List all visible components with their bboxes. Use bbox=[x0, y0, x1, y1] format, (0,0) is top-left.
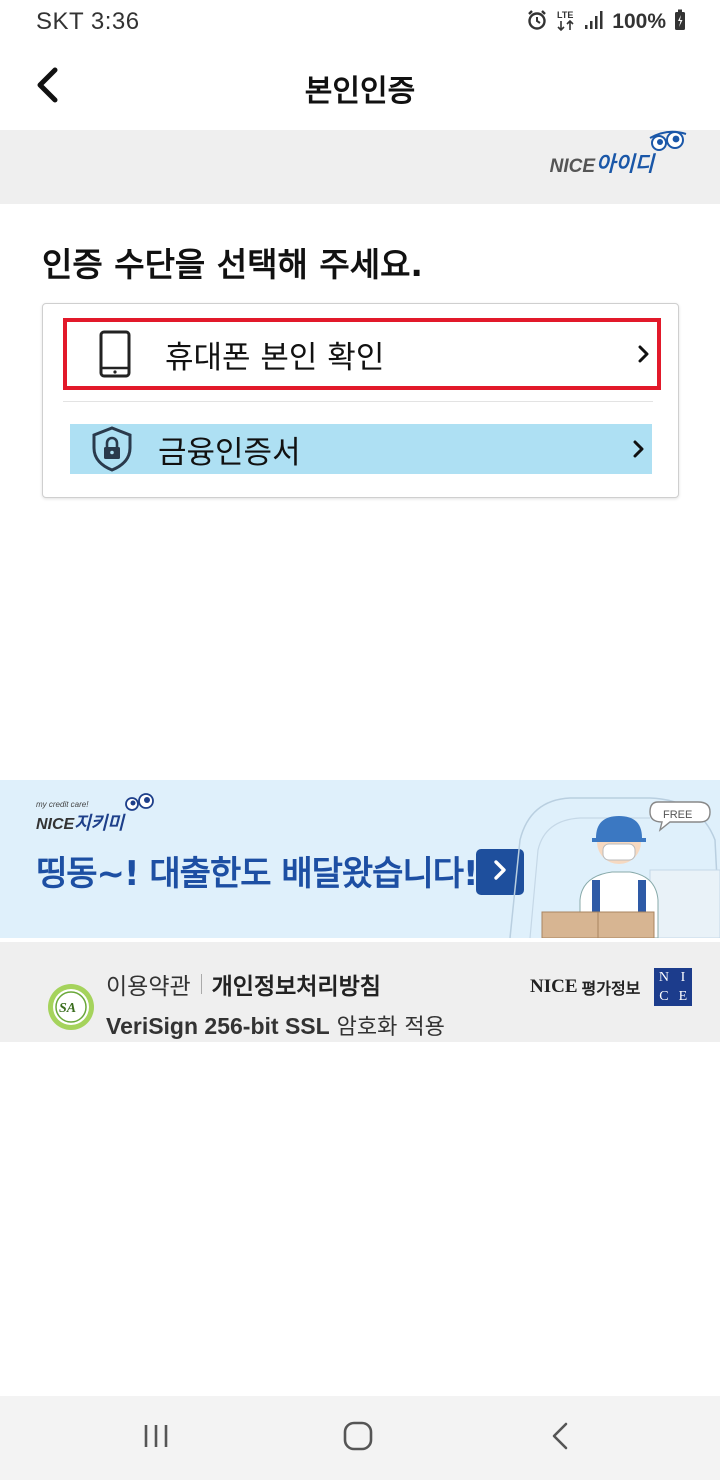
method-label: 금융인증서 bbox=[158, 434, 301, 471]
nice-square-logo: N I C E bbox=[654, 968, 693, 1006]
ad-banner[interactable]: my credit care! NICE지키미 띵동~! 대출한도 배달왔습니다… bbox=[0, 780, 720, 938]
free-bubble: FREE bbox=[663, 809, 692, 821]
method-label: 휴대폰 본인 확인 bbox=[165, 339, 385, 376]
lte-icon: LTE bbox=[556, 8, 576, 36]
nice-rating-kor: 평가정보 bbox=[581, 979, 641, 998]
logo-nice: NICE bbox=[36, 816, 75, 833]
alarm-icon bbox=[526, 9, 548, 35]
footer-divider bbox=[200, 974, 202, 994]
nice-rating-logo: NICE 평가정보 N I C E bbox=[530, 968, 693, 1006]
brand-strip: NICE 아이디 bbox=[0, 130, 720, 204]
nice-zikimi-logo: my credit care! NICE지키미 bbox=[36, 793, 157, 835]
chevron-right-icon bbox=[633, 343, 655, 365]
method-phone-verification[interactable]: 휴대폰 본인 확인 bbox=[63, 318, 661, 390]
ssl-strong: VeriSign 256-bit SSL bbox=[106, 1013, 330, 1039]
signal-icon bbox=[584, 10, 604, 34]
terms-link[interactable]: 이용약관 bbox=[106, 967, 191, 1001]
eyes-icon bbox=[648, 130, 688, 156]
nice-id-logo: NICE 아이디 bbox=[549, 130, 688, 178]
ssl-rest: 암호화 적용 bbox=[329, 1015, 445, 1040]
footer: SA 이용약관 개인정보처리방침 VeriSign 256-bit SSL 암호… bbox=[0, 942, 720, 1042]
delivery-person-illustration: FREE bbox=[509, 797, 720, 938]
auth-method-card: 휴대폰 본인 확인 금융인증서 bbox=[42, 303, 679, 498]
status-icons: LTE 100% bbox=[526, 8, 686, 36]
system-nav-bar bbox=[0, 1396, 720, 1480]
app-bar: 본인인증 bbox=[0, 44, 720, 130]
banner-headline: 띵동~! 대출한도 배달왔습니다! bbox=[36, 854, 479, 894]
divider bbox=[63, 401, 653, 402]
battery-icon bbox=[674, 9, 686, 35]
svg-text:LTE: LTE bbox=[557, 10, 573, 20]
shield-lock-icon bbox=[84, 419, 140, 479]
nice-rating-name: NICE bbox=[530, 976, 578, 997]
section-heading: 인증 수단을 선택해 주세요. bbox=[42, 245, 423, 284]
status-bar: SKT 3:36 LTE 100% bbox=[0, 0, 720, 44]
nav-back-button[interactable] bbox=[530, 1416, 590, 1460]
ssl-notice: VeriSign 256-bit SSL 암호화 적용 bbox=[106, 1009, 445, 1041]
page-title: 본인인증 bbox=[304, 74, 416, 109]
recent-apps-icon bbox=[142, 1423, 170, 1453]
home-icon bbox=[342, 1420, 374, 1456]
method-financial-certificate[interactable]: 금융인증서 bbox=[70, 424, 652, 474]
back-icon bbox=[550, 1421, 570, 1455]
battery-percent: 100% bbox=[612, 10, 666, 33]
privacy-policy-link[interactable]: 개인정보처리방침 bbox=[212, 967, 381, 1001]
carrier-time: SKT 3:36 bbox=[36, 8, 140, 35]
home-button[interactable] bbox=[328, 1416, 388, 1460]
svg-text:SA: SA bbox=[59, 1001, 76, 1016]
logo-zikimi: 지키미 bbox=[74, 813, 124, 834]
footer-links: 이용약관 개인정보처리방침 bbox=[106, 967, 381, 1001]
nice-id-logo-nice: NICE bbox=[549, 156, 596, 177]
chevron-right-icon bbox=[628, 438, 650, 460]
recent-apps-button[interactable] bbox=[126, 1416, 186, 1460]
eyes-icon bbox=[123, 793, 157, 815]
smartphone-icon bbox=[85, 324, 145, 384]
sa-certification-badge: SA bbox=[46, 982, 96, 1032]
nice-id-logo-name: 아이디 bbox=[596, 152, 654, 176]
